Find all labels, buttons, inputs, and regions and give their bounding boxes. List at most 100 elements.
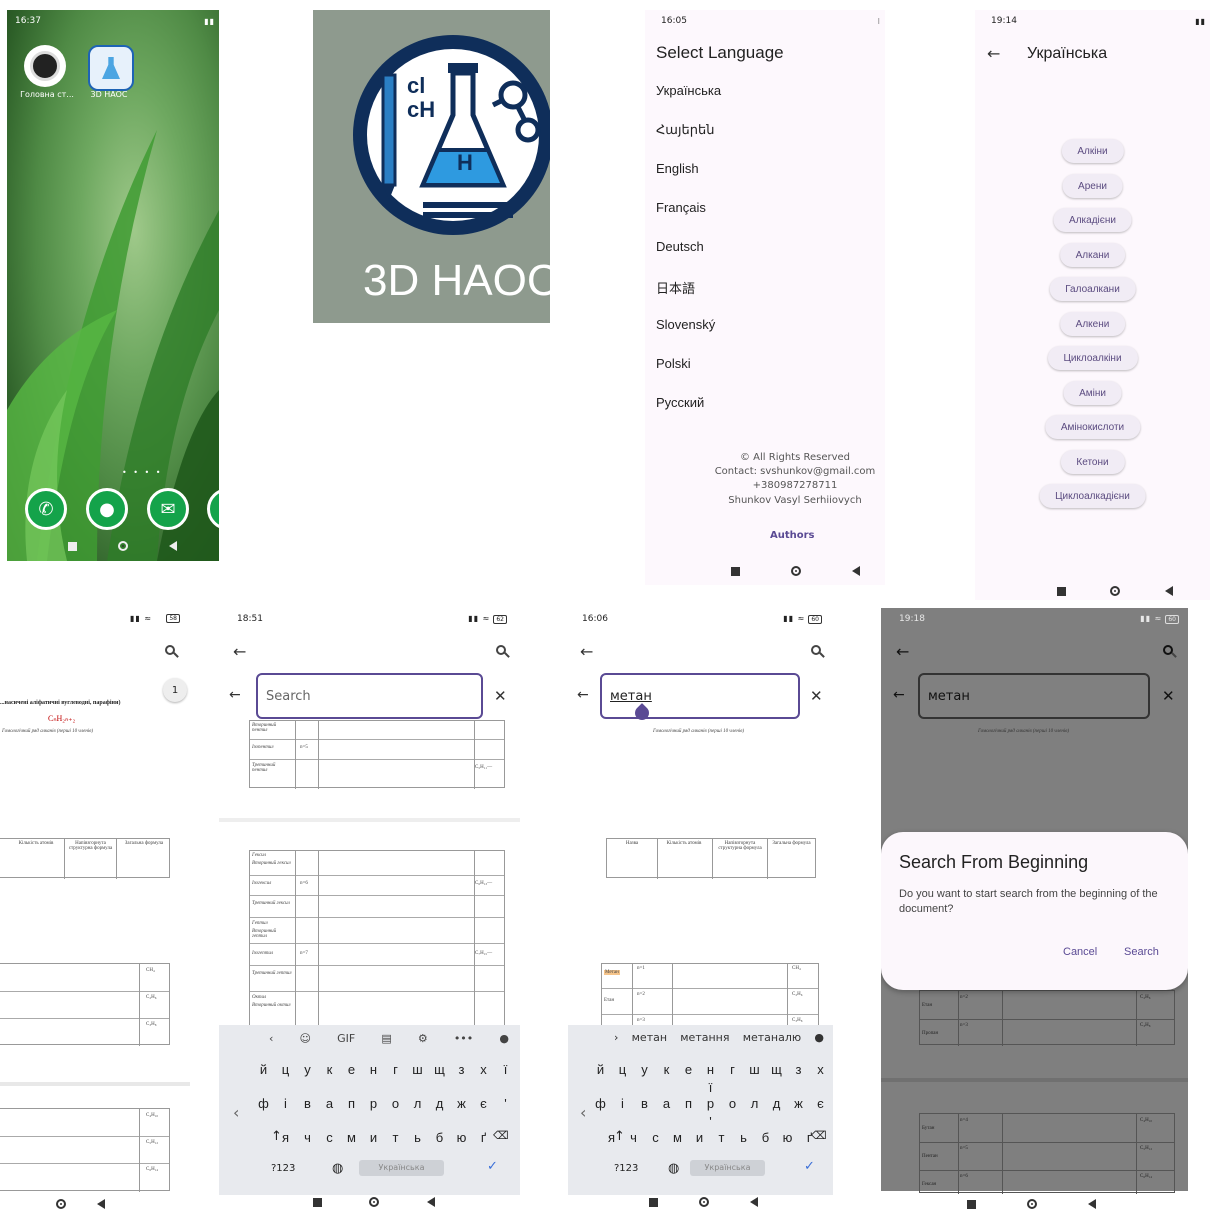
search-icon[interactable] — [165, 645, 175, 655]
keyboard-key[interactable]: х — [473, 1062, 495, 1077]
keyboard-key[interactable]: з — [788, 1062, 810, 1077]
clipboard-icon[interactable]: ▤ — [381, 1032, 391, 1050]
home-icon[interactable] — [1110, 586, 1121, 596]
back-arrow-icon[interactable]: ← — [896, 642, 909, 661]
keyboard-key[interactable]: т — [711, 1130, 733, 1145]
back-arrow-icon[interactable]: ← — [987, 44, 1000, 63]
keyboard-key[interactable]: р — [363, 1096, 385, 1111]
back-icon[interactable] — [851, 566, 860, 576]
keyboard-key[interactable]: б — [755, 1130, 777, 1145]
suggestion-item[interactable]: метан — [632, 1031, 667, 1049]
keyboard-key[interactable]: ш — [407, 1062, 429, 1077]
suggestion-item[interactable]: метання — [680, 1031, 729, 1049]
keyboard-key[interactable]: ж — [451, 1096, 473, 1111]
keyboard-key[interactable]: е — [678, 1062, 700, 1077]
keyboard-key[interactable]: б — [429, 1130, 451, 1145]
search-icon[interactable] — [811, 645, 821, 655]
keyboard-key[interactable]: є — [473, 1096, 495, 1111]
back-arrow-icon[interactable]: ← — [580, 642, 593, 661]
mic-icon[interactable]: ● — [814, 1031, 824, 1049]
keyboard-key[interactable]: р — [700, 1096, 722, 1111]
close-icon[interactable]: ✕ — [810, 687, 823, 705]
home-icon[interactable] — [369, 1197, 380, 1207]
topic-chip-ketones[interactable]: Кетони — [1060, 450, 1125, 474]
keyboard-key[interactable]: о — [385, 1096, 407, 1111]
search-icon[interactable] — [496, 645, 506, 655]
cancel-button[interactable]: Cancel — [1063, 946, 1097, 958]
back-icon[interactable] — [749, 1197, 758, 1207]
globe-icon[interactable]: ◍ — [332, 1161, 343, 1176]
keyboard-key[interactable]: ц — [612, 1062, 634, 1077]
keyboard-key[interactable]: у — [634, 1062, 656, 1077]
left-arrow-key[interactable]: ‹ — [580, 1103, 586, 1122]
keyboard-key[interactable]: щ — [766, 1062, 788, 1077]
keyboard-key[interactable]: в — [297, 1096, 319, 1111]
keyboard-key[interactable]: ю — [451, 1130, 473, 1145]
phone-app-icon[interactable]: ✆ — [25, 488, 67, 530]
settings-icon[interactable]: ⚙ — [418, 1032, 428, 1050]
topic-chip-cycloalkadienes[interactable]: Циклоалкадієни — [1039, 484, 1146, 508]
shift-key[interactable]: ↑ — [614, 1129, 625, 1144]
topic-chip-cycloalkynes[interactable]: Циклоалкіни — [1047, 346, 1138, 370]
back-arrow-icon[interactable]: ← — [233, 642, 246, 661]
keyboard-key[interactable]: а — [656, 1096, 678, 1111]
keyboard-key[interactable]: ф — [590, 1096, 612, 1111]
globe-icon[interactable]: ◍ — [668, 1161, 679, 1176]
keyboard-key[interactable]: д — [766, 1096, 788, 1111]
recents-icon[interactable] — [966, 1199, 976, 1209]
keyboard-key[interactable]: с — [645, 1130, 667, 1145]
close-search-arrow-icon[interactable]: ← — [229, 687, 241, 703]
shift-key[interactable]: ↑ — [271, 1129, 282, 1144]
back-icon[interactable] — [427, 1197, 436, 1207]
emoji-icon[interactable]: ☺ — [300, 1032, 311, 1050]
keyboard-key[interactable]: є — [810, 1096, 832, 1111]
keyboard-key[interactable]: щ — [429, 1062, 451, 1077]
keyboard-key[interactable]: ' — [495, 1096, 517, 1111]
keyboard-key[interactable]: е — [341, 1062, 363, 1077]
space-key[interactable]: Українська — [690, 1160, 765, 1176]
home-icon[interactable] — [55, 1199, 66, 1209]
haoc-app-icon[interactable] — [88, 45, 134, 91]
keyboard-key[interactable]: ї — [495, 1062, 517, 1077]
language-item-japanese[interactable]: 日本語 — [656, 278, 695, 297]
homepage-app-icon[interactable] — [24, 45, 66, 87]
search-input[interactable]: Search — [256, 673, 483, 719]
close-search-arrow-icon[interactable]: ← — [577, 687, 589, 703]
home-icon[interactable] — [1026, 1199, 1037, 1209]
search-button[interactable]: Search — [1124, 946, 1159, 958]
keyboard-key[interactable]: п — [341, 1096, 363, 1111]
keyboard-key[interactable]: и — [363, 1130, 385, 1145]
keyboard-key[interactable]: л — [744, 1096, 766, 1111]
keyboard-key[interactable]: в — [634, 1096, 656, 1111]
keyboard-key[interactable]: у — [297, 1062, 319, 1077]
backspace-key[interactable]: ⌫ — [493, 1129, 509, 1142]
recents-icon[interactable] — [312, 1197, 322, 1207]
recents-icon[interactable] — [730, 566, 740, 576]
home-icon[interactable] — [790, 566, 801, 576]
keyboard-key[interactable]: х — [810, 1062, 832, 1077]
recents-icon[interactable] — [648, 1197, 658, 1207]
close-search-arrow-icon[interactable]: ← — [893, 687, 905, 703]
keyboard-key[interactable]: и — [689, 1130, 711, 1145]
keyboard-key[interactable]: т — [385, 1130, 407, 1145]
space-key[interactable]: Українська — [359, 1160, 444, 1176]
topic-chip-arenes[interactable]: Арени — [1062, 174, 1123, 198]
keyboard-key[interactable]: ч — [297, 1130, 319, 1145]
keyboard-key[interactable]: й — [253, 1062, 275, 1077]
topic-chip-alkynes[interactable]: Алкіни — [1061, 139, 1124, 163]
language-item-armenian[interactable]: Հայերեն — [656, 122, 714, 138]
language-item-russian[interactable]: Русский — [656, 395, 704, 410]
keyboard-key[interactable]: ц — [275, 1062, 297, 1077]
home-icon[interactable] — [698, 1197, 709, 1207]
recents-icon[interactable] — [67, 541, 77, 551]
topic-chip-alkenes[interactable]: Алкени — [1059, 312, 1126, 336]
search-input[interactable]: метан — [918, 673, 1150, 719]
back-icon[interactable] — [1087, 1199, 1096, 1209]
close-icon[interactable]: ✕ — [1162, 687, 1175, 705]
keyboard-key[interactable]: н — [363, 1062, 385, 1077]
keyboard-key[interactable]: і — [275, 1096, 297, 1111]
search-input[interactable]: метан — [600, 673, 800, 719]
keyboard-key[interactable]: ю — [777, 1130, 799, 1145]
mic-icon[interactable]: ● — [499, 1032, 509, 1050]
keyboard-key[interactable]: з — [451, 1062, 473, 1077]
